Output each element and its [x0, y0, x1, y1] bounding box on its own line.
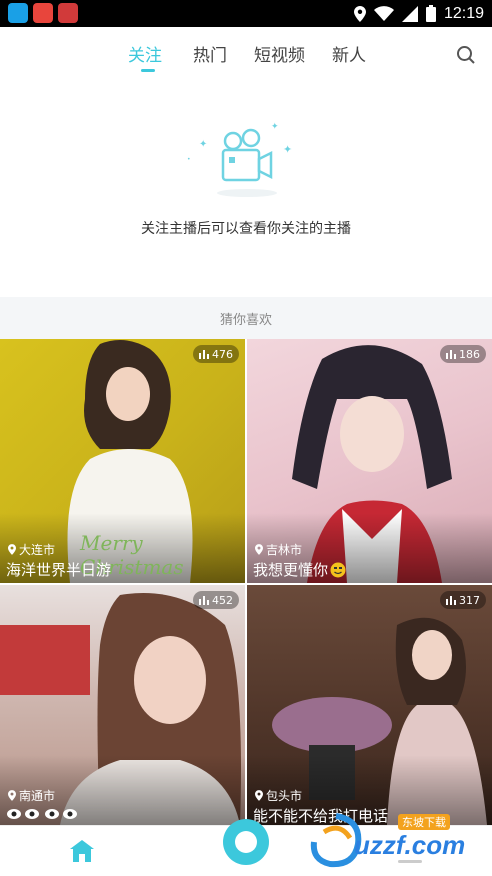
card-city: 大连市 [19, 543, 56, 557]
live-card[interactable]: Merry Christmas 476 大连市 海洋世界半日游 [0, 339, 245, 583]
watermark-text: uzzf.com [354, 830, 466, 860]
viewer-count-badge: 452 [193, 591, 239, 609]
notification-app-icon [58, 3, 78, 23]
empty-state: ✦ ✦ ✦ • 关注主播后可以查看你关注的主播 [0, 79, 492, 297]
signal-bars-icon [199, 349, 209, 359]
location-pin-icon [8, 544, 16, 555]
signal-bars-icon [446, 349, 456, 359]
card-city: 南通市 [19, 789, 56, 803]
empty-state-text: 关注主播后可以查看你关注的主播 [141, 221, 351, 237]
live-button-icon[interactable] [222, 818, 270, 866]
home-icon[interactable] [70, 840, 94, 862]
tab-hot[interactable]: 热门 [193, 41, 227, 66]
card-title: 我想更懂你 [253, 561, 329, 579]
watermark-logo: 东坡下载 uzzf.com [306, 808, 490, 870]
recommend-title: 猜你喜欢 [219, 313, 272, 328]
notification-app-icon [33, 3, 53, 23]
location-pin-icon [255, 790, 263, 801]
card-city: 吉林市 [266, 543, 303, 557]
card-title: 海洋世界半日游 [6, 561, 112, 579]
card-title-row: 我想更懂你 [253, 559, 346, 580]
watermark-subtext: 东坡下载 [398, 814, 450, 830]
viewer-count-badge: 476 [193, 345, 239, 363]
top-nav: 关注 热门 短视频 新人 [0, 27, 492, 79]
active-tab-indicator [141, 69, 155, 72]
card-location: 包头市 [255, 787, 302, 804]
signal-bars-icon [199, 595, 209, 605]
card-location: 吉林市 [255, 541, 302, 558]
tab-follow[interactable]: 关注 [128, 41, 162, 66]
card-location: 大连市 [8, 541, 55, 558]
clock: 12:19 [443, 4, 484, 22]
svg-text:✦: ✦ [283, 143, 292, 156]
camera-icon: ✦ ✦ ✦ • [187, 122, 292, 197]
live-card[interactable]: 452 南通市 [0, 585, 245, 825]
viewer-count: 452 [212, 593, 233, 607]
svg-text:✦: ✦ [199, 139, 207, 150]
location-icon [353, 5, 366, 22]
svg-text:✦: ✦ [271, 122, 279, 132]
eyes-emoji-icon [7, 809, 77, 819]
location-pin-icon [8, 790, 16, 801]
status-bar: 12:19 [0, 0, 492, 27]
location-pin-icon [255, 544, 263, 555]
card-city: 包头市 [266, 789, 303, 803]
tab-new[interactable]: 新人 [332, 41, 366, 66]
recommend-header: 猜你喜欢 [0, 297, 492, 339]
viewer-count-badge: 186 [440, 345, 486, 363]
viewer-count: 186 [459, 347, 480, 361]
tab-short-video[interactable]: 短视频 [254, 41, 305, 66]
live-card[interactable]: 186 吉林市 我想更懂你 [247, 339, 492, 583]
svg-text:•: • [187, 156, 191, 163]
search-icon[interactable] [456, 45, 476, 65]
viewer-count: 317 [459, 593, 480, 607]
live-card[interactable]: 317 包头市 能不能不给我打电话 [247, 585, 492, 825]
viewer-count: 476 [212, 347, 233, 361]
wifi-icon [373, 5, 394, 21]
signal-icon [401, 5, 418, 22]
viewer-count-badge: 317 [440, 591, 486, 609]
battery-icon [425, 5, 436, 22]
card-location: 南通市 [8, 787, 55, 804]
signal-bars-icon [446, 595, 456, 605]
notification-app-icon [8, 3, 28, 23]
emoji-icon [330, 562, 346, 577]
